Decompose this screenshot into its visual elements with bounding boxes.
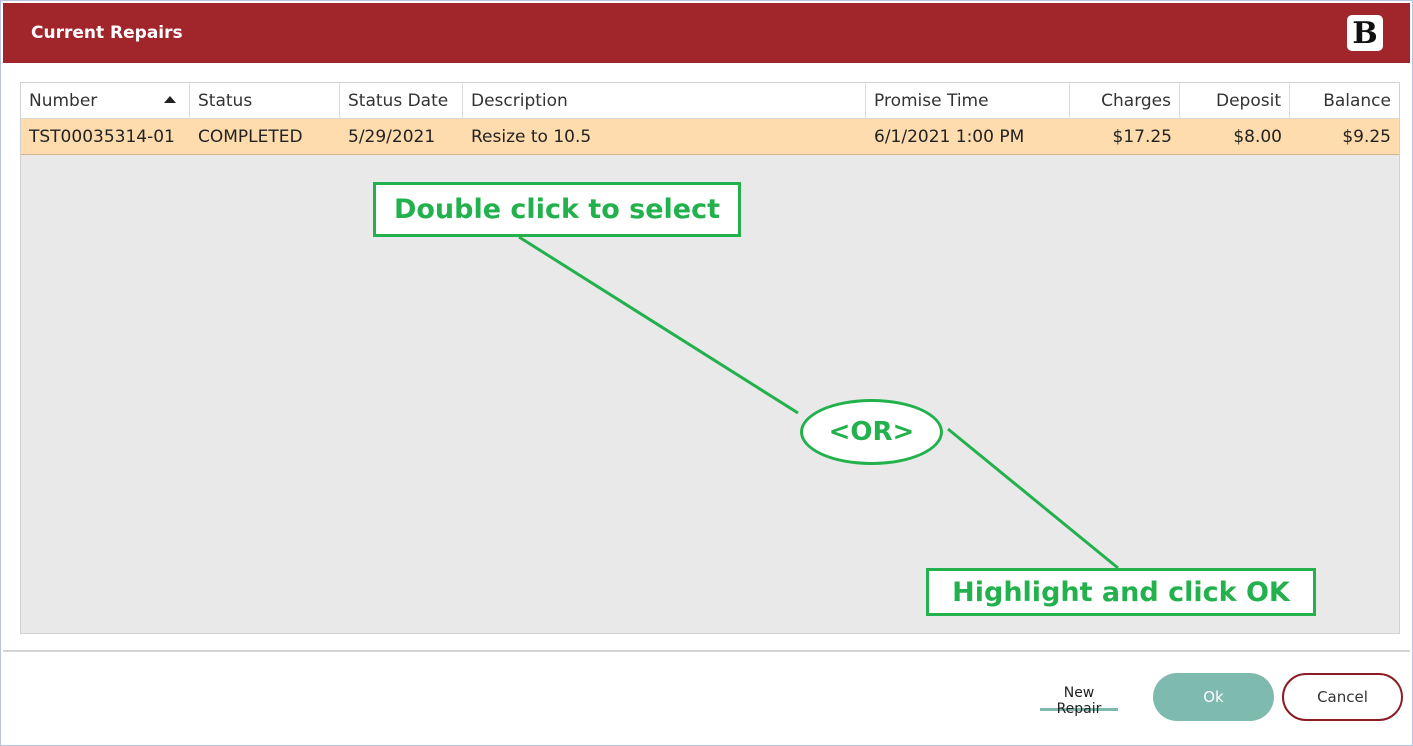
double-click-callout: Double click to select (373, 182, 741, 237)
connector-line-top (518, 235, 799, 415)
connector-line-bottom (947, 427, 1119, 570)
ok-button[interactable]: Ok (1153, 673, 1274, 721)
new-repair-link[interactable]: New Repair (1040, 685, 1118, 717)
annotation-connectors (518, 235, 1119, 570)
cancel-button[interactable]: Cancel (1282, 673, 1403, 721)
footer-divider (3, 650, 1410, 652)
highlight-callout: Highlight and click OK (926, 568, 1316, 616)
current-repairs-dialog: Current Repairs B Number Status Status D… (0, 0, 1413, 746)
or-callout: <OR> (800, 399, 943, 465)
